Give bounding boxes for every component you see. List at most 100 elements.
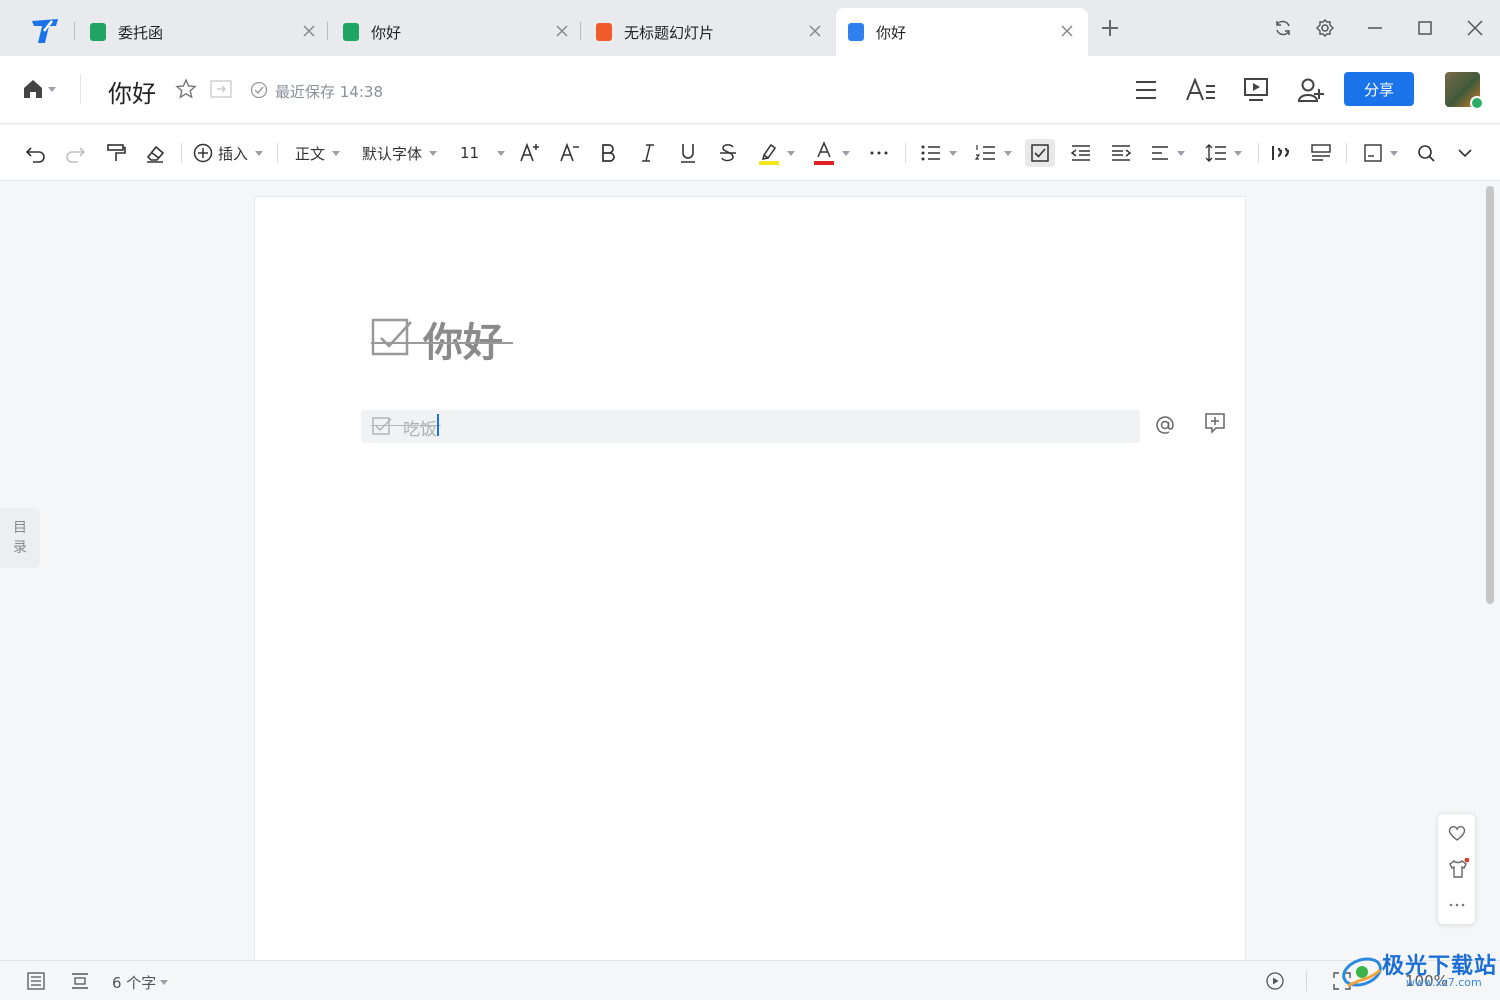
word-count-button[interactable]: 6 个字 [112, 972, 169, 993]
watermark-logo: 极光下载站 www.xz7.com [1340, 946, 1500, 1000]
heading-task[interactable]: 你好 [371, 315, 513, 366]
toc-label-2: 录 [13, 540, 27, 556]
add-collaborator-icon[interactable] [1297, 77, 1325, 103]
close-icon[interactable] [555, 24, 569, 38]
more-icon[interactable] [1447, 900, 1467, 910]
quote-icon[interactable] [1270, 139, 1294, 167]
close-icon[interactable] [808, 24, 822, 38]
increase-font-size-icon[interactable] [519, 139, 541, 167]
share-button[interactable]: 分享 [1344, 72, 1414, 106]
word-count: 6 个字 [112, 974, 157, 992]
align-button[interactable] [1150, 139, 1185, 167]
minimize-icon[interactable] [1366, 19, 1384, 37]
presentation-icon[interactable] [1243, 77, 1269, 103]
strikethrough-line [371, 425, 441, 426]
divider-line-icon[interactable] [1310, 139, 1332, 167]
star-icon[interactable] [175, 78, 197, 100]
tab-1[interactable]: 你好 [333, 8, 583, 56]
font-size-select[interactable]: 11 [460, 139, 506, 167]
insert-menu-button[interactable]: 插入 [193, 139, 264, 167]
home-dropdown-caret[interactable] [48, 87, 56, 92]
heart-icon[interactable] [1447, 823, 1467, 843]
text-cursor [437, 414, 439, 436]
tab-3[interactable]: 你好 [836, 8, 1088, 56]
line-spacing-icon [1205, 144, 1226, 162]
checked-checkbox-icon[interactable] [372, 417, 392, 437]
highlight-color-button[interactable] [758, 139, 795, 167]
plus-circle-icon [193, 143, 213, 163]
chevron-down-icon [1390, 150, 1398, 156]
format-toolbar: 插入 正文 默认字体 11 [0, 125, 1500, 181]
tab-separator [74, 22, 75, 40]
menu-icon[interactable] [1135, 80, 1157, 100]
chevron-down-icon [497, 150, 506, 156]
settings-gear-icon[interactable] [1316, 19, 1334, 37]
insert-block-button[interactable] [1363, 139, 1398, 167]
document-title[interactable]: 你好 [108, 74, 156, 109]
watermark-url: www.xz7.com [1406, 976, 1482, 989]
toc-label-1: 目 [13, 520, 27, 536]
app-logo-icon[interactable] [30, 17, 60, 45]
toc-toggle[interactable]: 目 录 [0, 508, 40, 568]
tab-0[interactable]: 委托函 [80, 8, 330, 56]
task-list-button[interactable] [1025, 139, 1055, 167]
paragraph-style-select[interactable]: 正文 [295, 139, 341, 167]
bold-icon[interactable] [598, 139, 618, 167]
sheet-file-icon [90, 23, 106, 41]
outdent-icon[interactable] [1070, 139, 1092, 167]
redo-icon[interactable] [64, 139, 86, 167]
font-color-button[interactable] [813, 139, 850, 167]
style-label: 正文 [295, 144, 326, 163]
page-layout-icon[interactable] [71, 973, 89, 989]
format-painter-icon[interactable] [105, 139, 127, 167]
tab-1-label: 你好 [371, 23, 402, 42]
clear-format-eraser-icon[interactable] [144, 139, 166, 167]
underline-icon[interactable] [678, 139, 698, 167]
indent-icon[interactable] [1110, 139, 1132, 167]
chevron-down-icon [949, 150, 957, 156]
strikethrough-icon[interactable] [718, 139, 738, 167]
undo-icon[interactable] [25, 139, 47, 167]
bullet-list-button[interactable] [920, 139, 957, 167]
tab-2-label: 无标题幻灯片 [624, 23, 715, 42]
font-family-select[interactable]: 默认字体 [362, 139, 438, 167]
home-icon[interactable] [22, 78, 44, 100]
chevron-down-icon [1177, 150, 1185, 156]
close-icon[interactable] [1060, 24, 1074, 38]
todo-item-row[interactable]: 吃饭 [361, 410, 1140, 443]
line-spacing-button[interactable] [1205, 139, 1242, 167]
search-icon[interactable] [1416, 139, 1436, 167]
play-icon[interactable] [1266, 972, 1284, 990]
document-page[interactable]: 你好 吃饭 [254, 196, 1246, 960]
italic-icon[interactable] [638, 139, 658, 167]
move-to-folder-icon[interactable] [210, 80, 232, 98]
mention-at-icon[interactable] [1154, 414, 1176, 436]
heading-text[interactable]: 你好 [423, 310, 503, 368]
numbered-list-icon [975, 145, 995, 160]
maximize-icon[interactable] [1416, 19, 1434, 37]
close-icon[interactable] [302, 24, 316, 38]
vertical-scrollbar[interactable] [1486, 186, 1494, 604]
block-icon [1364, 144, 1382, 162]
tab-2[interactable]: 无标题幻灯片 [586, 8, 836, 56]
floating-actions-panel [1437, 813, 1476, 925]
more-formatting-icon[interactable] [868, 139, 890, 167]
tab-bar: 委托函 你好 无标题幻灯片 你好 [0, 0, 1500, 56]
chevron-down-icon [1004, 150, 1012, 156]
text-style-icon[interactable] [1186, 78, 1216, 102]
outline-view-icon[interactable] [27, 972, 45, 990]
numbered-list-button[interactable] [975, 139, 1012, 167]
doc-file-icon [848, 23, 864, 41]
highlighter-icon [759, 143, 779, 165]
saved-check-icon [250, 81, 268, 99]
avatar[interactable] [1445, 72, 1484, 110]
add-comment-icon[interactable] [1204, 412, 1226, 434]
sync-icon[interactable] [1274, 19, 1292, 37]
collapse-toolbar-chevron-icon[interactable] [1456, 139, 1474, 167]
new-tab-icon[interactable] [1101, 19, 1119, 37]
decrease-font-size-icon[interactable] [559, 139, 581, 167]
checked-checkbox-icon[interactable] [371, 318, 413, 360]
window-close-icon[interactable] [1466, 19, 1484, 37]
skin-shirt-icon[interactable] [1447, 858, 1469, 880]
todo-item-text[interactable]: 吃饭 [403, 415, 437, 440]
